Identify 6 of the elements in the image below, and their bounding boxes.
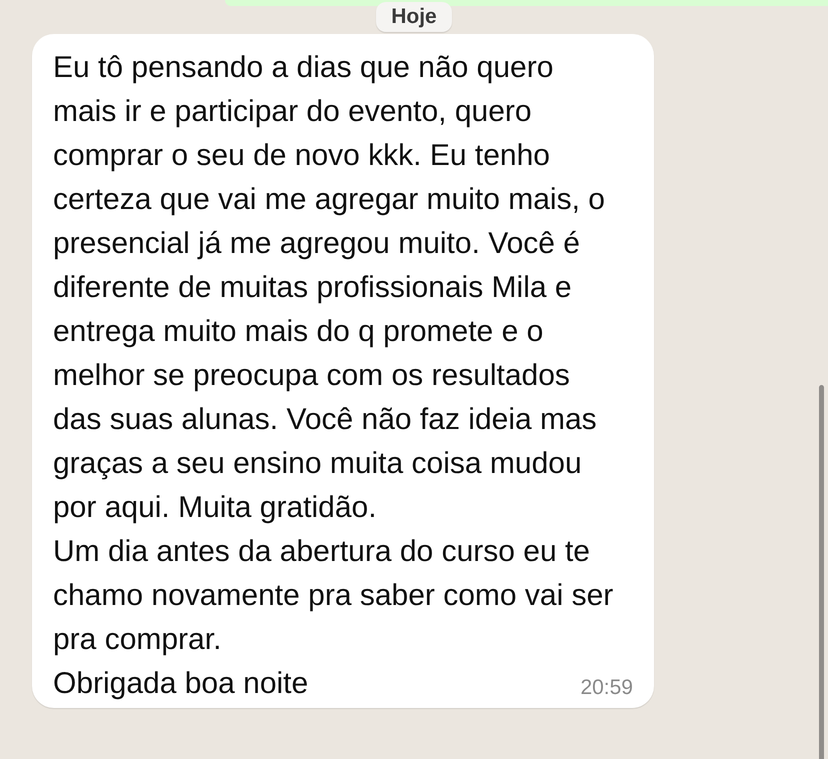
date-chip: Hoje (376, 2, 452, 32)
message-text: Eu tô pensando a dias que não quero mais ir e participar do evento, quero comprar o seu de novo kkk. Eu tenho certeza que vai me agregar muito mais, o presencial já me agregou muito. Você é diferente de muitas profissionais Mila e entrega muito mais do q promete e o melhor se preocupa com os resultados das suas alunas. Você não faz ideia mas graças a seu ensino muita coisa mudou por aqui. Muita gratidão. (53, 50, 606, 526)
message-time: 20:59 (580, 676, 633, 700)
message-text: Obrigada boa noite (53, 666, 308, 702)
scrollbar[interactable] (819, 385, 824, 759)
message-text: Um dia antes da abertura do curso eu te chamo novamente pra saber como vai ser pra comprar. (53, 534, 614, 658)
